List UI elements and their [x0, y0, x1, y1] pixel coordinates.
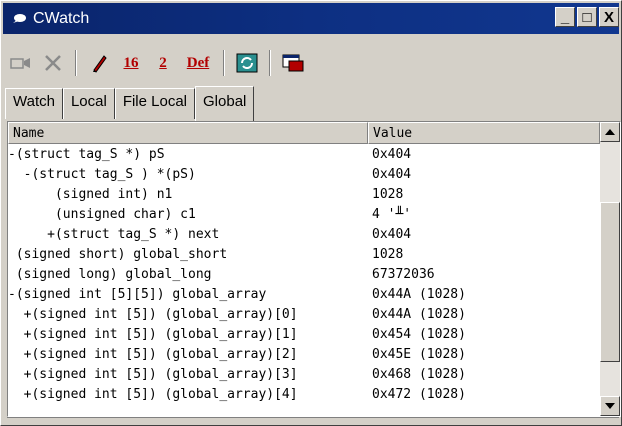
refresh-icon: [236, 53, 258, 73]
default-button[interactable]: Def: [181, 49, 215, 77]
binary-button[interactable]: 2: [149, 49, 177, 77]
pencil-icon: [93, 55, 107, 73]
arrow-up-icon: [605, 129, 615, 135]
scrollbar-thumb[interactable]: [600, 202, 620, 362]
variable-value-cell[interactable]: 0x44A (1028): [368, 307, 600, 322]
variable-value-cell[interactable]: 1028: [368, 187, 600, 202]
variable-rows: -(struct tag_S *) pS 0x404 -(struct tag_S…: [8, 144, 600, 404]
variable-value-cell[interactable]: 0x404: [368, 227, 600, 242]
maximize-button[interactable]: □: [577, 7, 597, 27]
table-row[interactable]: +(signed int [5]) (global_array)[1] 0x454…: [8, 324, 600, 344]
variable-value-cell[interactable]: 4 '╨': [368, 207, 600, 222]
table-row[interactable]: -(signed int [5][5]) global_array 0x44A (…: [8, 284, 600, 304]
close-button[interactable]: X: [599, 7, 619, 27]
delete-icon: [45, 55, 61, 71]
binary-label: 2: [159, 54, 167, 71]
hex-label: 16: [123, 54, 139, 71]
column-header-row: Name Value: [8, 122, 600, 144]
add-watch-icon: [10, 58, 30, 69]
table-row[interactable]: +(signed int [5]) (global_array)[3] 0x468…: [8, 364, 600, 384]
toolbar-separator: [223, 50, 225, 76]
delete-button[interactable]: [39, 49, 67, 77]
tab-watch[interactable]: Watch: [5, 88, 63, 119]
column-header-name[interactable]: Name: [8, 122, 368, 144]
toolbar: 16 2 Def: [7, 45, 607, 81]
hex-button[interactable]: 16: [117, 49, 145, 77]
tab-local[interactable]: Local: [62, 88, 115, 119]
variable-name-cell[interactable]: (unsigned char) c1: [8, 207, 368, 222]
table-row[interactable]: +(signed int [5]) (global_array)[2] 0x45E…: [8, 344, 600, 364]
variable-value-cell[interactable]: 0x404: [368, 167, 600, 182]
variable-value-cell[interactable]: 0x45E (1028): [368, 347, 600, 362]
variable-name-cell[interactable]: -(struct tag_S *) pS: [8, 147, 368, 162]
minimize-button[interactable]: _: [555, 7, 575, 27]
arrow-down-icon: [605, 403, 615, 409]
app-icon: [13, 13, 26, 23]
variable-value-cell[interactable]: 0x44A (1028): [368, 287, 600, 302]
edit-button[interactable]: [85, 49, 113, 77]
variable-value-cell[interactable]: 0x468 (1028): [368, 367, 600, 382]
toolbar-separator: [75, 50, 77, 76]
tab-strip: Watch Local File Local Global: [5, 86, 255, 121]
vertical-scrollbar[interactable]: [600, 122, 620, 416]
variable-value-cell[interactable]: 67372036: [368, 267, 600, 282]
table-row[interactable]: +(signed int [5]) (global_array)[0] 0x44A…: [8, 304, 600, 324]
table-row[interactable]: -(struct tag_S *) pS 0x404: [8, 144, 600, 164]
refresh-button[interactable]: [233, 49, 261, 77]
table-row[interactable]: -(struct tag_S ) *(pS) 0x404: [8, 164, 600, 184]
dock-button[interactable]: [279, 49, 307, 77]
scroll-down-button[interactable]: [600, 396, 620, 416]
cwatch-window: CWatch _ □ X 16 2 Def Watch Local File L…: [0, 0, 622, 426]
variable-value-cell[interactable]: 0x472 (1028): [368, 387, 600, 402]
variable-value-cell[interactable]: 0x454 (1028): [368, 327, 600, 342]
variable-name-cell[interactable]: (signed long) global_long: [8, 267, 368, 282]
variable-name-cell[interactable]: -(struct tag_S ) *(pS): [8, 167, 368, 182]
table-row[interactable]: (signed int) n1 1028: [8, 184, 600, 204]
scroll-up-button[interactable]: [600, 122, 620, 142]
variable-name-cell[interactable]: -(signed int [5][5]) global_array: [8, 287, 368, 302]
column-header-value[interactable]: Value: [368, 122, 600, 144]
variable-name-cell[interactable]: +(signed int [5]) (global_array)[0]: [8, 307, 368, 322]
add-watch-button[interactable]: [7, 49, 35, 77]
variable-name-cell[interactable]: +(signed int [5]) (global_array)[1]: [8, 327, 368, 342]
table-row[interactable]: (signed long) global_long 67372036: [8, 264, 600, 284]
window-title: CWatch: [33, 9, 90, 27]
variable-name-cell[interactable]: +(struct tag_S *) next: [8, 227, 368, 242]
variable-name-cell[interactable]: +(signed int [5]) (global_array)[2]: [8, 347, 368, 362]
variable-name-cell[interactable]: (signed int) n1: [8, 187, 368, 202]
tab-global[interactable]: Global: [195, 86, 255, 121]
variable-name-cell[interactable]: +(signed int [5]) (global_array)[3]: [8, 367, 368, 382]
variable-name-cell[interactable]: +(signed int [5]) (global_array)[4]: [8, 387, 368, 402]
variable-name-cell[interactable]: (signed short) global_short: [8, 247, 368, 262]
variable-value-cell[interactable]: 1028: [368, 247, 600, 262]
table-row[interactable]: +(struct tag_S *) next 0x404: [8, 224, 600, 244]
variable-grid: Name Value -(struct tag_S *) pS 0x404 -(s…: [7, 121, 621, 417]
toolbar-separator: [269, 50, 271, 76]
tab-file-local[interactable]: File Local: [114, 88, 196, 119]
variable-value-cell[interactable]: 0x404: [368, 147, 600, 162]
default-label: Def: [186, 54, 210, 71]
title-bar[interactable]: CWatch _ □ X: [3, 3, 619, 34]
table-row[interactable]: (signed short) global_short 1028: [8, 244, 600, 264]
table-row[interactable]: (unsigned char) c1 4 '╨': [8, 204, 600, 224]
table-row[interactable]: +(signed int [5]) (global_array)[4] 0x472…: [8, 384, 600, 404]
bottom-divider: [7, 417, 619, 418]
dock-window-icon: [282, 54, 304, 72]
